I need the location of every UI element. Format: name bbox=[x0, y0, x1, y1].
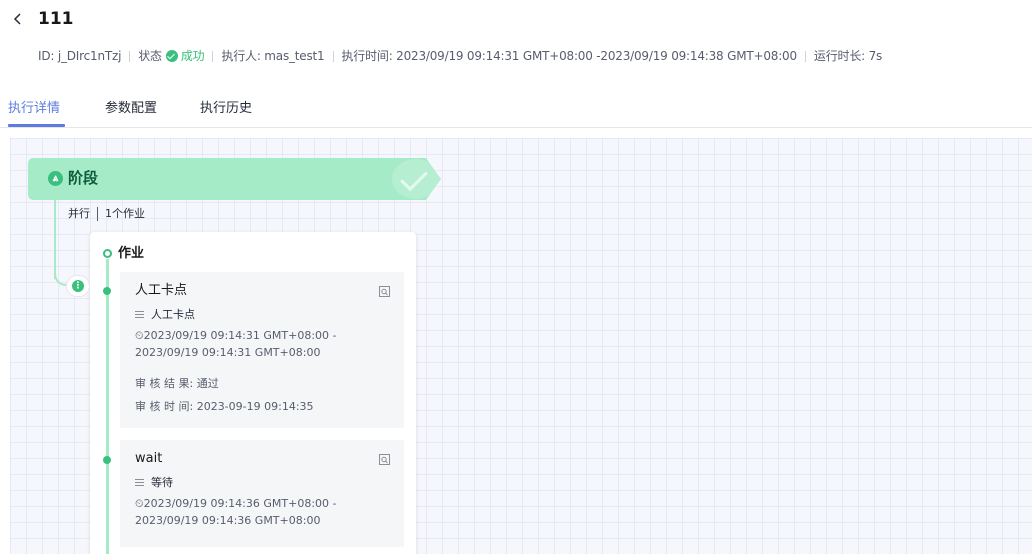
status-label: 状态 bbox=[138, 49, 162, 63]
task-time-range: ⏲2023/09/19 09:14:36 GMT+08:00 - 2023/09… bbox=[135, 497, 337, 527]
stage-title: 阶段 bbox=[68, 169, 99, 187]
job-count: 1个作业 bbox=[105, 207, 145, 220]
divider bbox=[129, 50, 131, 62]
view-log-icon[interactable] bbox=[379, 286, 390, 297]
back-button[interactable] bbox=[10, 9, 26, 29]
task-name: 人工卡点 bbox=[135, 283, 188, 298]
task-type-icon bbox=[135, 479, 144, 487]
job-panel[interactable]: 作业 人工卡点 人工卡点 ⏲2023/09/19 09:14:31 GMT+08… bbox=[90, 232, 416, 554]
stage-bar[interactable]: ⩓ 阶段 bbox=[28, 158, 442, 200]
chevron-left-icon[interactable] bbox=[10, 9, 26, 29]
job-title: 作业 bbox=[118, 246, 145, 261]
task-type: 等待 bbox=[135, 475, 173, 491]
task-name: wait bbox=[135, 451, 163, 466]
divider bbox=[332, 50, 334, 62]
tab-bar: 执行详情 参数配置 执行历史 bbox=[0, 96, 1032, 128]
task-card-wait[interactable]: wait 等待 ⏲2023/09/19 09:14:36 GMT+08:00 -… bbox=[120, 440, 404, 547]
parallel-icon: ⋮ bbox=[72, 280, 84, 292]
task-type-label: 人工卡点 bbox=[151, 308, 195, 321]
review-time: 审 核 时 间: 2023-09-19 09:14:35 bbox=[135, 400, 314, 413]
divider bbox=[212, 50, 214, 62]
duration: 运行时长: 7s bbox=[813, 49, 883, 63]
parallel-info: 并行 1个作业 bbox=[68, 206, 145, 222]
status-value: 成功 bbox=[180, 49, 205, 63]
execution-time: 执行时间: 2023/09/19 09:14:31 GMT+08:00 -202… bbox=[341, 49, 798, 63]
stage-icon: ⩓ bbox=[48, 171, 63, 186]
tab-execution-history[interactable]: 执行历史 bbox=[200, 100, 252, 118]
job-node-icon bbox=[103, 249, 112, 258]
pipeline-canvas[interactable]: ⩓ 阶段 并行 1个作业 作业 人工卡点 人工卡点 ⏲2023/09/19 09… bbox=[10, 138, 1032, 554]
task-card-manual-checkpoint[interactable]: 人工卡点 人工卡点 ⏲2023/09/19 09:14:31 GMT+08:00… bbox=[120, 272, 404, 428]
task-type: 人工卡点 bbox=[135, 307, 195, 323]
active-tab-indicator bbox=[8, 124, 65, 127]
success-check-icon bbox=[165, 50, 178, 62]
execution-meta: ID: j_DIrc1nTzj 状态 成功 执行人: mas_test1 执行时… bbox=[38, 47, 882, 65]
status-badge: 成功 bbox=[165, 47, 205, 65]
divider bbox=[97, 207, 98, 221]
page-header: 111 ID: j_DIrc1nTzj 状态 成功 执行人: mas_test1… bbox=[0, 0, 1032, 128]
tab-execution-details[interactable]: 执行详情 bbox=[8, 100, 60, 118]
view-log-icon[interactable] bbox=[379, 454, 390, 465]
page-title: 111 bbox=[38, 9, 74, 29]
executor: 执行人: mas_test1 bbox=[221, 49, 325, 63]
task-node-icon bbox=[103, 456, 111, 464]
task-node-icon bbox=[103, 287, 111, 295]
divider bbox=[804, 50, 806, 62]
parallel-mode: 并行 bbox=[68, 207, 90, 220]
tab-parameter-config[interactable]: 参数配置 bbox=[105, 100, 157, 118]
stage-success-check-icon bbox=[392, 159, 440, 199]
task-time-range: ⏲2023/09/19 09:14:31 GMT+08:00 - 2023/09… bbox=[135, 329, 337, 359]
parallel-badge: ⋮ bbox=[66, 275, 90, 297]
task-type-icon bbox=[135, 311, 144, 319]
execution-id: ID: j_DIrc1nTzj bbox=[38, 49, 122, 63]
job-timeline-line bbox=[106, 259, 109, 554]
review-result: 审 核 结 果: 通过 bbox=[135, 377, 219, 390]
task-type-label: 等待 bbox=[151, 476, 173, 489]
